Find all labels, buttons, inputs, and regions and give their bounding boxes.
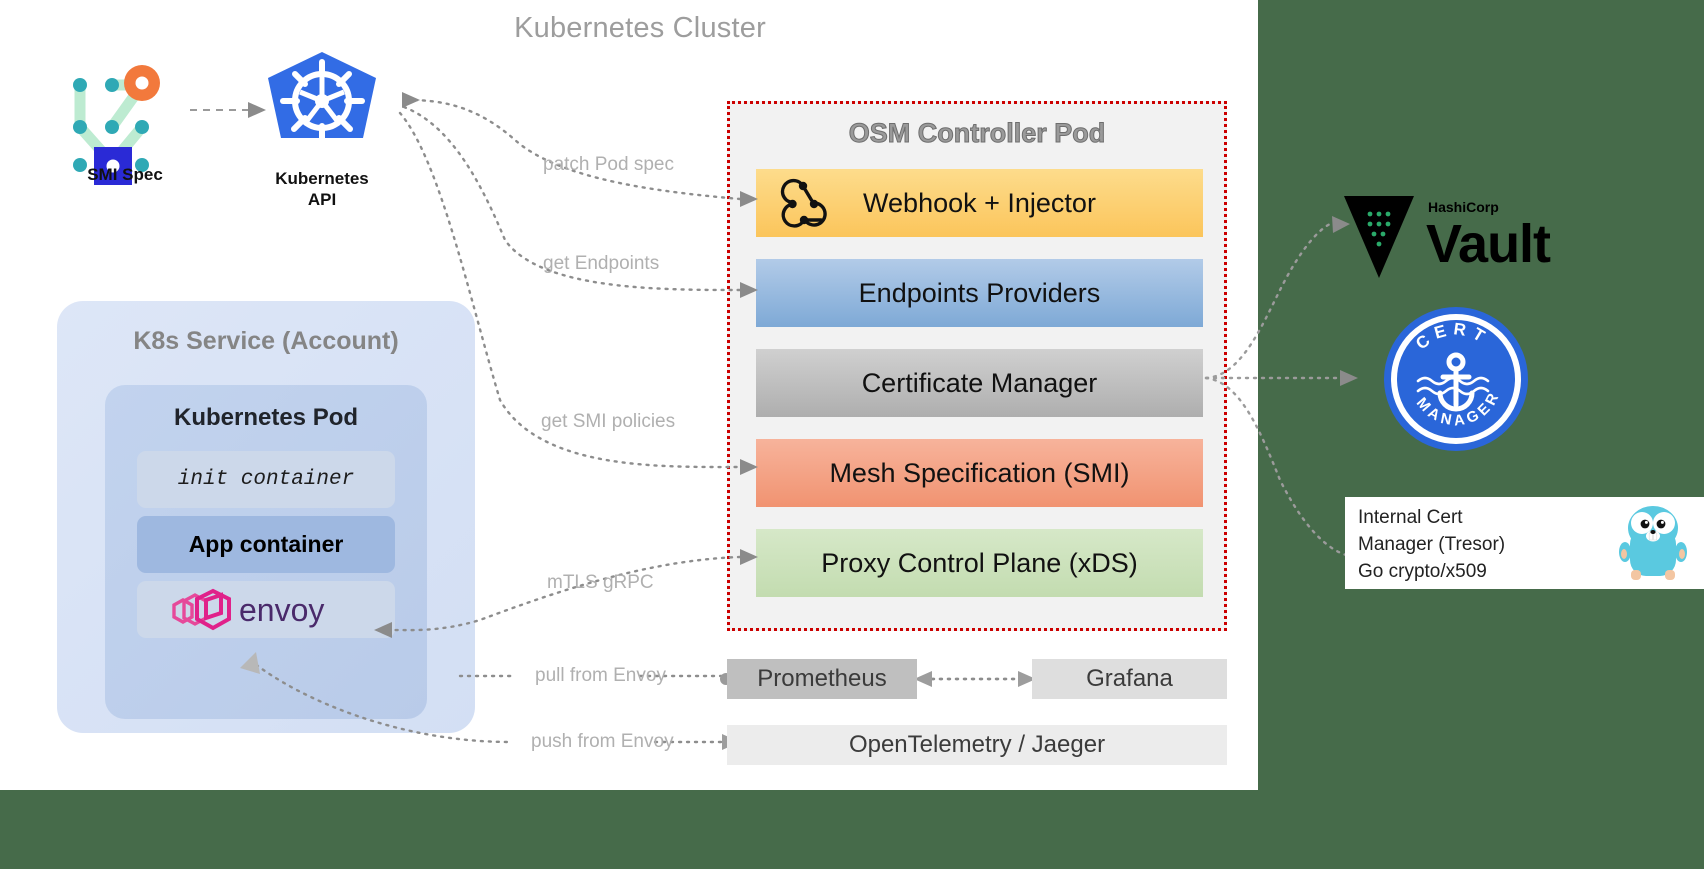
arrowhead-to-cert-manager [1340,370,1358,386]
arrowhead-xds-in [740,549,758,565]
edge-label-get-endpoints: get Endpoints [543,253,660,274]
prometheus-label: Prometheus [757,665,887,692]
prometheus-box[interactable]: Prometheus [727,659,917,699]
tresor-text: Internal Cert Manager (Tresor) Go crypto… [1358,505,1608,586]
tresor-line1: Internal Cert [1358,507,1463,528]
arrowhead-push-envoy [240,652,260,674]
kubernetes-cluster-panel: Kubernetes Cluster SMI Spec Kubernetes A… [0,0,1258,790]
edge-label-push-from-envoy: push from Envoy [531,731,674,752]
arrowhead-patch-pod-spec [402,92,420,108]
opentelemetry-label: OpenTelemetry / Jaeger [848,731,1106,758]
grafana-label: Grafana [1086,665,1173,692]
edge-label-mtls-grpc: mTLS gRPC [547,572,654,593]
hashicorp-vault-logo: HashiCorp Vault [1340,190,1552,285]
vault-product-label: Vault [1426,214,1551,274]
arrowhead-mtls-envoy [374,622,392,638]
tresor-line3: Go crypto/x509 [1358,560,1487,582]
grafana-box[interactable]: Grafana [1032,659,1227,699]
internal-cert-manager-tresor-box: Internal Cert Manager (Tresor) Go crypto… [1345,497,1704,589]
edge-label-patch-pod-spec: patch Pod spec [543,154,674,175]
go-gopher-icon [1613,502,1693,584]
arrowhead-get-endpoints [740,282,758,298]
tresor-line2: Manager (Tresor) [1358,533,1506,555]
opentelemetry-jaeger-box[interactable]: OpenTelemetry / Jaeger [727,725,1227,765]
edge-label-get-smi-policies: get SMI policies [541,411,676,432]
cert-manager-logo: CERT MANAGER [1382,305,1530,453]
arrowhead-get-smi [740,459,758,475]
arrowhead-webhook-in [740,191,758,207]
edge-label-pull-from-envoy: pull from Envoy [535,665,666,686]
diagram-canvas: Kubernetes Cluster SMI Spec Kubernetes A… [0,0,1704,869]
vault-brand-label: HashiCorp [1428,199,1499,215]
